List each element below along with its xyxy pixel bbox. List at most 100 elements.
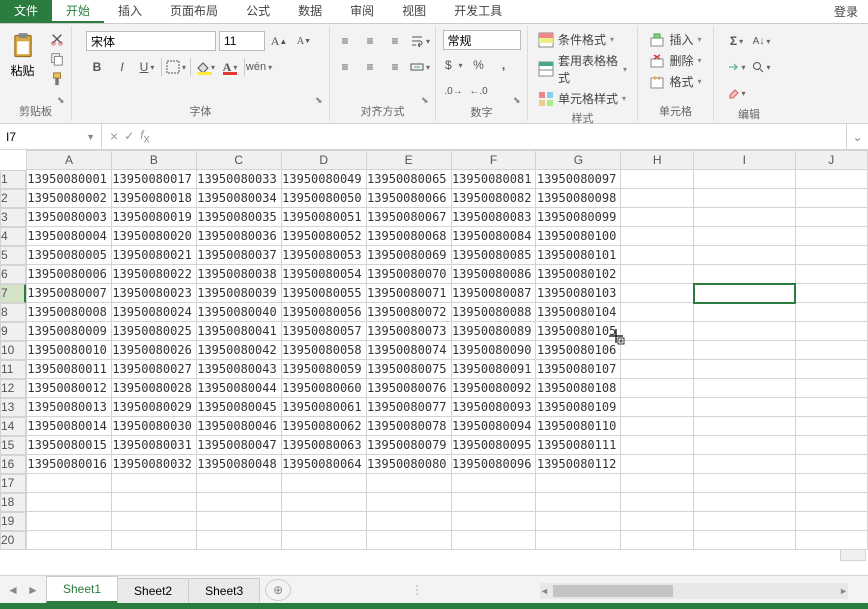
row-header-14[interactable]: 14: [0, 417, 26, 436]
cell-E11[interactable]: 13950080075: [366, 360, 451, 379]
row-header-19[interactable]: 19: [0, 512, 26, 531]
cell-J2[interactable]: [795, 189, 868, 208]
cell-G9[interactable]: 13950080105: [536, 322, 621, 341]
cell-E6[interactable]: 13950080070: [366, 265, 451, 284]
cell-F20[interactable]: [451, 531, 536, 550]
cell-E9[interactable]: 13950080073: [366, 322, 451, 341]
cell-I16[interactable]: [694, 455, 795, 474]
align-center-button[interactable]: ≡: [359, 56, 381, 78]
cell-J15[interactable]: [795, 436, 868, 455]
cell-E4[interactable]: 13950080068: [366, 227, 451, 246]
cell-D13[interactable]: 13950080061: [281, 398, 366, 417]
cell-B5[interactable]: 13950080021: [111, 246, 196, 265]
cell-I12[interactable]: [694, 379, 795, 398]
cell-I1[interactable]: [694, 170, 795, 189]
horizontal-scrollbar[interactable]: ◄ ►: [540, 583, 848, 599]
cell-G12[interactable]: 13950080108: [536, 379, 621, 398]
cell-A13[interactable]: 13950080013: [27, 398, 112, 417]
col-header-I[interactable]: I: [694, 151, 795, 170]
cell-F17[interactable]: [451, 474, 536, 493]
cell-B7[interactable]: 13950080023: [111, 284, 196, 303]
cell-G7[interactable]: 13950080103: [536, 284, 621, 303]
row-header-20[interactable]: 20: [0, 531, 26, 550]
font-launcher[interactable]: ⬊: [315, 95, 327, 107]
cell-B10[interactable]: 13950080026: [111, 341, 196, 360]
cell-G17[interactable]: [536, 474, 621, 493]
cell-J4[interactable]: [795, 227, 868, 246]
fill-color-button[interactable]: [194, 56, 216, 78]
cell-E12[interactable]: 13950080076: [366, 379, 451, 398]
expand-formula-button[interactable]: ⌄: [846, 124, 868, 149]
cell-B14[interactable]: 13950080030: [111, 417, 196, 436]
tab-layout[interactable]: 页面布局: [156, 0, 232, 23]
cell-C16[interactable]: 13950080048: [196, 455, 281, 474]
cell-H10[interactable]: [621, 341, 694, 360]
cell-B4[interactable]: 13950080020: [111, 227, 196, 246]
cell-J19[interactable]: [795, 512, 868, 531]
cell-D10[interactable]: 13950080058: [281, 341, 366, 360]
cell-F11[interactable]: 13950080091: [451, 360, 536, 379]
cell-F19[interactable]: [451, 512, 536, 531]
tab-home[interactable]: 开始: [52, 0, 104, 23]
row-header-13[interactable]: 13: [0, 398, 26, 417]
cell-C14[interactable]: 13950080046: [196, 417, 281, 436]
border-button[interactable]: [165, 56, 187, 78]
cell-A9[interactable]: 13950080009: [27, 322, 112, 341]
row-header-7[interactable]: 7: [0, 284, 26, 303]
cell-G14[interactable]: 13950080110: [536, 417, 621, 436]
cell-J1[interactable]: [795, 170, 868, 189]
cell-A7[interactable]: 13950080007: [27, 284, 112, 303]
row-header-11[interactable]: 11: [0, 360, 26, 379]
cell-A8[interactable]: 13950080008: [27, 303, 112, 322]
number-launcher[interactable]: ⬊: [513, 95, 525, 107]
cell-F6[interactable]: 13950080086: [451, 265, 536, 284]
col-header-J[interactable]: J: [795, 151, 868, 170]
cell-A4[interactable]: 13950080004: [27, 227, 112, 246]
tab-review[interactable]: 审阅: [336, 0, 388, 23]
increase-font-button[interactable]: A▲: [268, 30, 290, 52]
cell-D15[interactable]: 13950080063: [281, 436, 366, 455]
align-bottom-button[interactable]: ≡: [384, 30, 406, 52]
cell-A16[interactable]: 13950080016: [27, 455, 112, 474]
cell-I13[interactable]: [694, 398, 795, 417]
cell-E7[interactable]: 13950080071: [366, 284, 451, 303]
tab-view[interactable]: 视图: [388, 0, 440, 23]
cell-I10[interactable]: [694, 341, 795, 360]
cell-F9[interactable]: 13950080089: [451, 322, 536, 341]
sheet-nav-next[interactable]: ►: [24, 581, 42, 599]
cell-J13[interactable]: [795, 398, 868, 417]
cell-I14[interactable]: [694, 417, 795, 436]
cell-J16[interactable]: [795, 455, 868, 474]
paste-button[interactable]: 粘贴: [5, 30, 41, 81]
cell-D16[interactable]: 13950080064: [281, 455, 366, 474]
col-header-E[interactable]: E: [366, 151, 451, 170]
cell-E20[interactable]: [366, 531, 451, 550]
cell-J18[interactable]: [795, 493, 868, 512]
cell-I20[interactable]: [694, 531, 795, 550]
cell-G10[interactable]: 13950080106: [536, 341, 621, 360]
cell-D1[interactable]: 13950080049: [281, 170, 366, 189]
cell-I4[interactable]: [694, 227, 795, 246]
cell-J11[interactable]: [795, 360, 868, 379]
cell-J17[interactable]: [795, 474, 868, 493]
cell-H6[interactable]: [621, 265, 694, 284]
row-header-2[interactable]: 2: [0, 189, 26, 208]
cell-D2[interactable]: 13950080050: [281, 189, 366, 208]
align-left-button[interactable]: ≡: [334, 56, 356, 78]
cell-J6[interactable]: [795, 265, 868, 284]
cell-B1[interactable]: 13950080017: [111, 170, 196, 189]
cell-B13[interactable]: 13950080029: [111, 398, 196, 417]
cell-I19[interactable]: [694, 512, 795, 531]
merge-button[interactable]: [409, 56, 431, 78]
cell-I8[interactable]: [694, 303, 795, 322]
cell-H7[interactable]: [621, 284, 694, 303]
cell-C10[interactable]: 13950080042: [196, 341, 281, 360]
cell-E3[interactable]: 13950080067: [366, 208, 451, 227]
cell-H3[interactable]: [621, 208, 694, 227]
cell-B16[interactable]: 13950080032: [111, 455, 196, 474]
cell-E16[interactable]: 13950080080: [366, 455, 451, 474]
cell-J14[interactable]: [795, 417, 868, 436]
row-header-1[interactable]: 1: [0, 170, 26, 189]
cell-G19[interactable]: [536, 512, 621, 531]
cell-G6[interactable]: 13950080102: [536, 265, 621, 284]
